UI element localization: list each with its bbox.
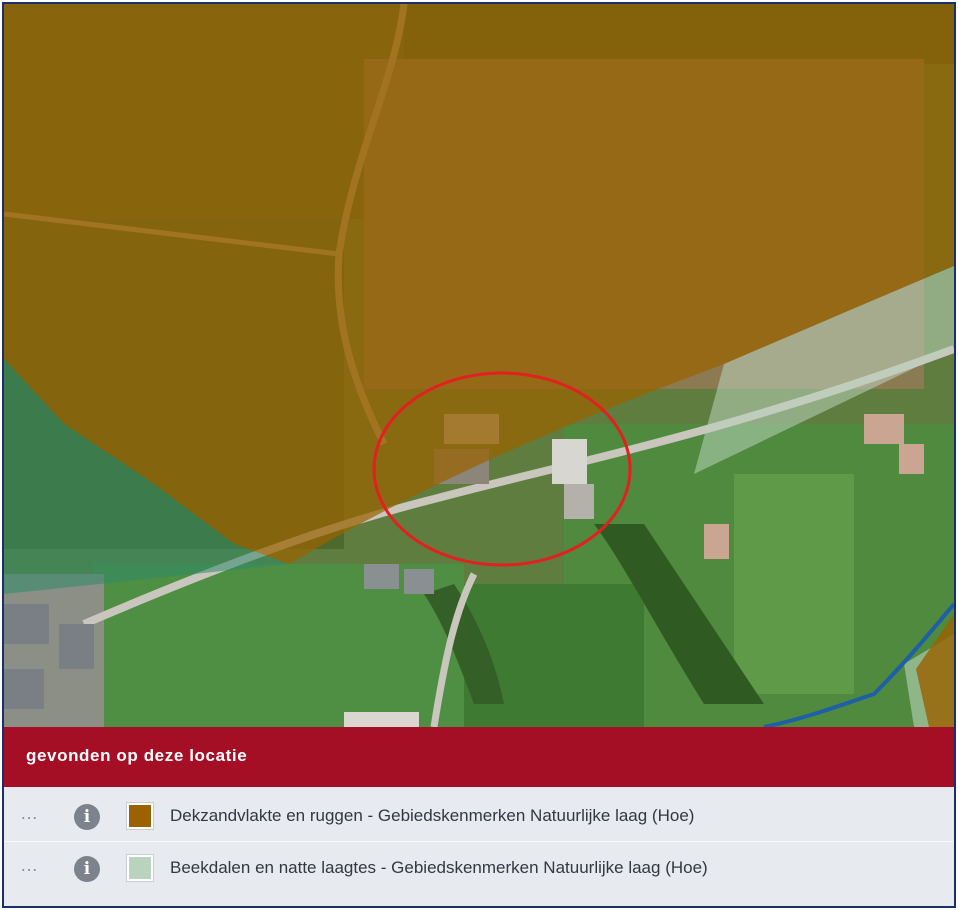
building (552, 439, 587, 484)
building (864, 414, 904, 444)
results-title: gevonden op deze locatie (26, 746, 248, 765)
map-view[interactable] (4, 4, 954, 727)
results-header: gevonden op deze locatie (4, 727, 954, 787)
building (704, 524, 729, 559)
info-icon[interactable]: i (74, 804, 100, 830)
building (4, 604, 49, 644)
legend-swatch (126, 854, 154, 882)
map-canvas[interactable] (4, 4, 954, 727)
building (899, 444, 924, 474)
field-strip (734, 474, 854, 694)
building (364, 564, 399, 589)
more-options-icon[interactable]: … (20, 803, 40, 824)
building (344, 712, 419, 727)
building (59, 624, 94, 669)
info-icon[interactable]: i (74, 856, 100, 882)
map-window: gevonden op deze locatie … i Dekzandvlak… (2, 2, 956, 908)
building (564, 484, 594, 519)
result-label: Beekdalen en natte laagtes - Gebiedskenm… (170, 858, 708, 877)
field-south-center (464, 584, 644, 727)
results-list: … i Dekzandvlakte en ruggen - Gebiedsken… (4, 787, 954, 906)
building (404, 569, 434, 594)
legend-swatch (126, 802, 154, 830)
result-label: Dekzandvlakte en ruggen - Gebiedskenmerk… (170, 806, 695, 825)
row-divider (4, 841, 954, 842)
result-row: … i Beekdalen en natte laagtes - Gebieds… (4, 843, 954, 893)
result-row: … i Dekzandvlakte en ruggen - Gebiedsken… (4, 791, 954, 841)
building (4, 669, 44, 709)
more-options-icon[interactable]: … (20, 855, 40, 876)
